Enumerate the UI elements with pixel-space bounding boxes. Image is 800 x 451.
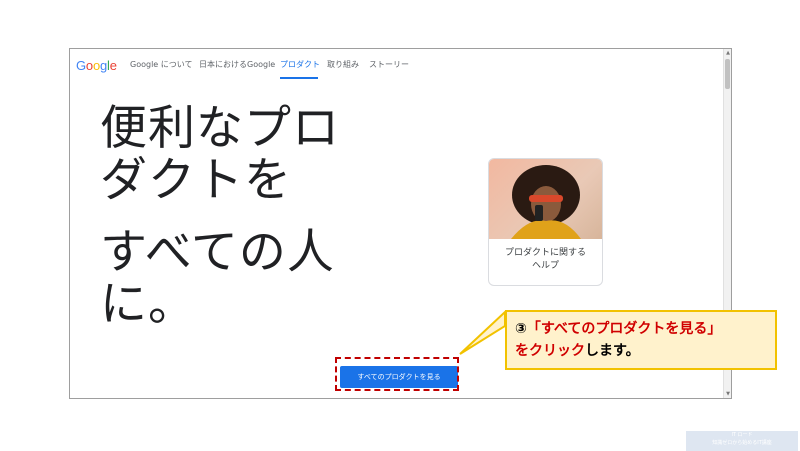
callout-pointer-icon	[459, 310, 506, 355]
hero-line-2: ダクトを	[100, 153, 292, 208]
card-photo	[489, 159, 602, 239]
callout-action: をクリック	[515, 343, 585, 359]
scroll-up-arrow-icon[interactable]: ▲	[724, 49, 731, 57]
callout-action-rest: します。	[585, 343, 640, 359]
hero-heading-bottom: すべての人 に。	[100, 227, 335, 331]
nav-item-products[interactable]: プロダクト	[280, 59, 320, 70]
active-tab-indicator	[280, 77, 318, 79]
card-label-line-1: プロダクトに関する	[504, 248, 586, 258]
button-highlight-frame	[335, 357, 459, 391]
instruction-callout: ③「すべてのプロダクトを見る」 をクリックします。	[505, 310, 777, 370]
scroll-thumb[interactable]	[725, 59, 730, 89]
site-watermark: IT ロード 知識ゼロから始めるIT講座	[686, 431, 798, 451]
product-help-card[interactable]: プロダクトに関する ヘルプ	[488, 158, 603, 286]
hero-line-1: 便利なプロ	[100, 101, 340, 156]
card-label: プロダクトに関する ヘルプ	[489, 247, 602, 273]
google-logo[interactable]: Google	[76, 58, 117, 73]
nav-item-google-japan[interactable]: 日本におけるGoogle	[199, 59, 275, 70]
nav-item-about[interactable]: Google について	[130, 59, 193, 70]
person-photo-icon	[511, 165, 581, 239]
hero-line-4: に。	[100, 277, 196, 332]
watermark-line-2: 知識ゼロから始めるIT講座	[712, 440, 772, 446]
hero-heading-top: 便利なプロ ダクトを	[100, 103, 340, 207]
hero-line-3: すべての人	[100, 225, 335, 280]
callout-line-1: ③「すべてのプロダクトを見る」	[515, 318, 767, 340]
callout-line-2: をクリックします。	[515, 340, 767, 362]
card-label-line-2: ヘルプ	[531, 261, 559, 271]
callout-quote: 「すべてのプロダクトを見る」	[526, 321, 722, 337]
nav-item-stories[interactable]: ストーリー	[369, 59, 409, 70]
top-nav: Google Google について 日本におけるGoogle プロダクト 取り…	[70, 49, 720, 83]
scroll-down-arrow-icon[interactable]: ▼	[724, 390, 731, 398]
callout-step-number: ③	[515, 321, 527, 337]
nav-item-initiatives[interactable]: 取り組み	[327, 59, 359, 70]
watermark-line-1: IT ロード	[731, 432, 753, 438]
